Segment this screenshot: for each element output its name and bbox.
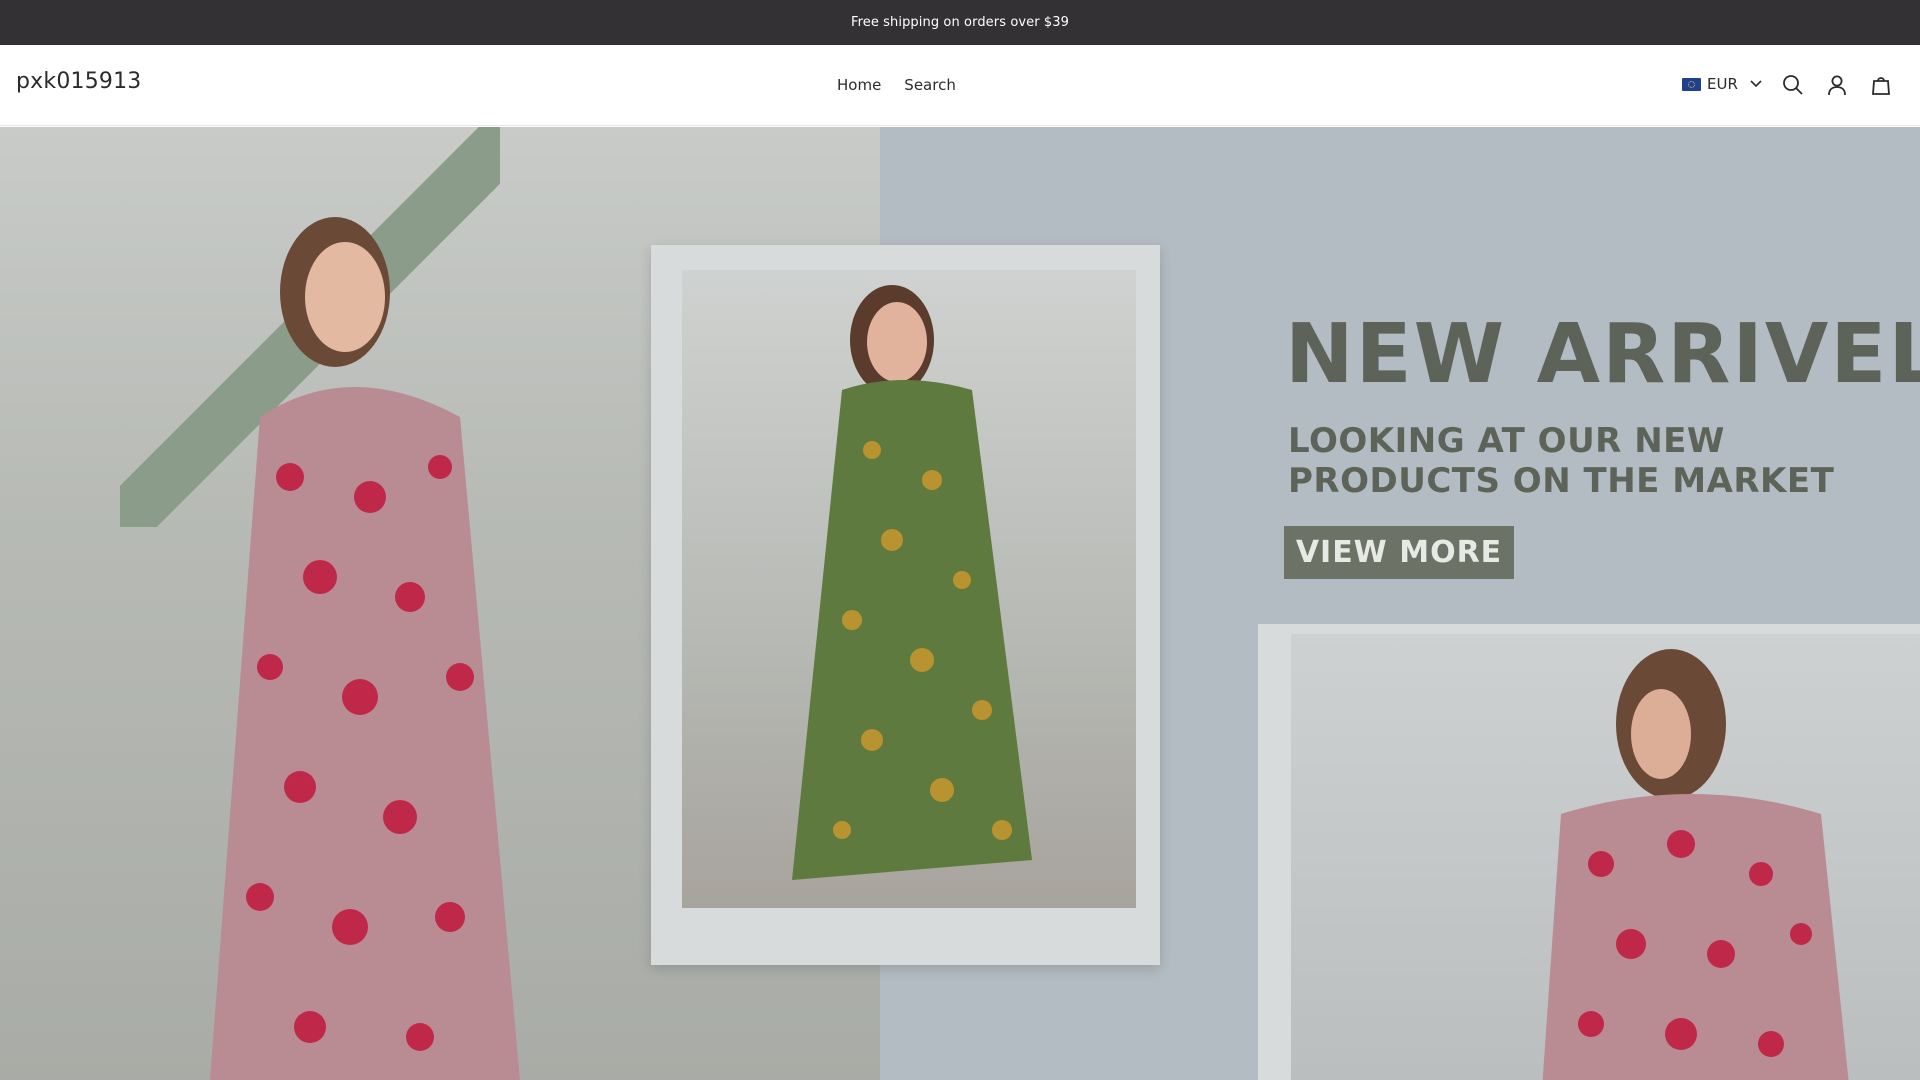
- main-nav: Home Search: [837, 76, 956, 94]
- chevron-down-icon: [1750, 80, 1762, 88]
- model-green-dress-image: [792, 285, 1032, 880]
- hero-headline: NEW ARRIVEL: [1285, 307, 1920, 402]
- announcement-bar: Free shipping on orders over $39: [0, 0, 1920, 45]
- currency-selector[interactable]: EUR: [1682, 75, 1762, 93]
- model-red-dress-back-image: [1542, 649, 1849, 1080]
- store-logo[interactable]: pxk015913: [16, 69, 142, 94]
- photo-frame-right: [1258, 624, 1920, 1080]
- model-red-dress-image: [210, 217, 520, 1080]
- nav-home[interactable]: Home: [837, 76, 881, 94]
- eu-flag-icon: [1682, 77, 1701, 91]
- hero-subheadline: LOOKING AT OUR NEW PRODUCTS ON THE MARKE…: [1288, 421, 1835, 501]
- view-more-button[interactable]: VIEW MORE: [1284, 526, 1514, 579]
- currency-code: EUR: [1707, 75, 1738, 93]
- search-icon[interactable]: [1780, 72, 1806, 98]
- nav-search[interactable]: Search: [904, 76, 956, 94]
- hero-banner[interactable]: NEW ARRIVEL LOOKING AT OUR NEW PRODUCTS …: [0, 127, 1920, 1080]
- photo-frame-middle: [651, 245, 1160, 965]
- cart-icon[interactable]: [1868, 72, 1894, 98]
- account-icon[interactable]: [1824, 72, 1850, 98]
- announcement-text: Free shipping on orders over $39: [850, 15, 1070, 30]
- site-header: pxk015913 Home Search EUR: [0, 45, 1920, 126]
